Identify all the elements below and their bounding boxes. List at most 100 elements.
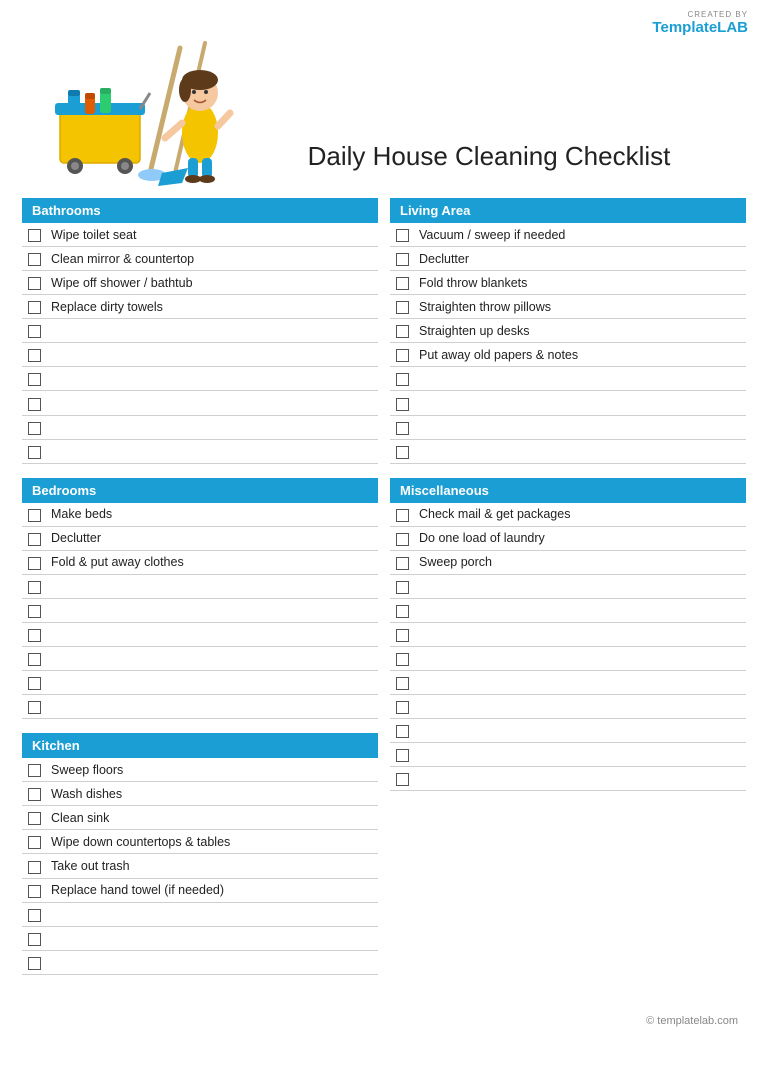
- checkbox-box[interactable]: [28, 446, 41, 459]
- checkbox-box[interactable]: [28, 557, 41, 570]
- checkbox-box[interactable]: [28, 836, 41, 849]
- checkbox-cell: [390, 223, 415, 247]
- checkbox-box[interactable]: [28, 253, 41, 266]
- checkbox-box[interactable]: [396, 253, 409, 266]
- checkbox-box[interactable]: [396, 749, 409, 762]
- checkbox-cell: [390, 647, 415, 671]
- checkbox-box[interactable]: [396, 725, 409, 738]
- checkbox-box[interactable]: [28, 677, 41, 690]
- checkbox-box[interactable]: [396, 701, 409, 714]
- checkbox-box[interactable]: [28, 764, 41, 777]
- checkbox-cell: [22, 574, 47, 598]
- created-by-label: CREATED BY: [652, 10, 748, 19]
- table-row: Wipe off shower / bathtub: [22, 271, 378, 295]
- checkbox-cell: [22, 598, 47, 622]
- checklist-item-label: [415, 415, 746, 439]
- checkbox-box[interactable]: [396, 301, 409, 314]
- checkbox-box[interactable]: [396, 446, 409, 459]
- checkbox-cell: [390, 695, 415, 719]
- checkbox-cell: [390, 719, 415, 743]
- checkbox-box[interactable]: [28, 373, 41, 386]
- checkbox-box[interactable]: [28, 653, 41, 666]
- checkbox-cell: [22, 526, 47, 550]
- checklist-item-label: Check mail & get packages: [415, 503, 746, 527]
- checkbox-box[interactable]: [396, 349, 409, 362]
- checkbox-box[interactable]: [396, 677, 409, 690]
- checklist-item-label: Vacuum / sweep if needed: [415, 223, 746, 247]
- table-row: [390, 574, 746, 598]
- checklist-item-label: [47, 439, 378, 463]
- checkbox-box[interactable]: [396, 581, 409, 594]
- checkbox-cell: [390, 598, 415, 622]
- table-row: [390, 391, 746, 415]
- checkbox-box[interactable]: [396, 422, 409, 435]
- checkbox-box[interactable]: [28, 788, 41, 801]
- checkbox-box[interactable]: [28, 581, 41, 594]
- checkbox-box[interactable]: [28, 933, 41, 946]
- checkbox-box[interactable]: [28, 701, 41, 714]
- illustration: [30, 18, 250, 188]
- checkbox-box[interactable]: [28, 533, 41, 546]
- two-column-layout: Bathrooms Wipe toilet seatClean mirror &…: [22, 198, 746, 989]
- checklist-item-label: Declutter: [415, 247, 746, 271]
- checkbox-box[interactable]: [28, 398, 41, 411]
- checklist-item-label: Wipe down countertops & tables: [47, 830, 378, 854]
- checkbox-box[interactable]: [396, 557, 409, 570]
- checkbox-box[interactable]: [396, 773, 409, 786]
- checkbox-box[interactable]: [28, 229, 41, 242]
- checkbox-box[interactable]: [28, 277, 41, 290]
- checkbox-box[interactable]: [28, 812, 41, 825]
- table-row: [22, 319, 378, 343]
- checkbox-box[interactable]: [28, 629, 41, 642]
- checklist-item-label: [47, 391, 378, 415]
- checkbox-box[interactable]: [396, 533, 409, 546]
- checklist-item-label: Straighten throw pillows: [415, 295, 746, 319]
- checkbox-box[interactable]: [396, 653, 409, 666]
- checkbox-cell: [22, 782, 47, 806]
- checkbox-box[interactable]: [28, 422, 41, 435]
- table-row: [22, 671, 378, 695]
- checkbox-cell: [22, 367, 47, 391]
- checklist-item-label: Wipe toilet seat: [47, 223, 378, 247]
- table-row: [390, 743, 746, 767]
- checkbox-box[interactable]: [396, 277, 409, 290]
- checkbox-cell: [390, 622, 415, 646]
- checkbox-box[interactable]: [28, 861, 41, 874]
- checkbox-box[interactable]: [396, 373, 409, 386]
- checkbox-cell: [22, 647, 47, 671]
- checkbox-box[interactable]: [396, 229, 409, 242]
- checkbox-box[interactable]: [28, 885, 41, 898]
- table-row: [390, 622, 746, 646]
- table-row: Declutter: [22, 526, 378, 550]
- checkbox-box[interactable]: [28, 957, 41, 970]
- checklist-item-label: [47, 695, 378, 719]
- table-row: Declutter: [390, 247, 746, 271]
- checkbox-box[interactable]: [396, 325, 409, 338]
- checklist-item-label: Sweep floors: [47, 758, 378, 782]
- checkbox-box[interactable]: [396, 509, 409, 522]
- checkbox-cell: [390, 319, 415, 343]
- checklist-item-label: Make beds: [47, 503, 378, 527]
- checkbox-box[interactable]: [28, 509, 41, 522]
- checkbox-cell: [390, 343, 415, 367]
- checklist-item-label: [47, 671, 378, 695]
- brand-logo: TemplateLAB: [652, 19, 748, 36]
- checkbox-box[interactable]: [28, 349, 41, 362]
- checklist-item-label: Wash dishes: [47, 782, 378, 806]
- checkbox-cell: [22, 415, 47, 439]
- table-row: [22, 950, 378, 974]
- checkbox-box[interactable]: [396, 629, 409, 642]
- checkbox-box[interactable]: [28, 909, 41, 922]
- checkbox-cell: [22, 343, 47, 367]
- checkbox-box[interactable]: [28, 301, 41, 314]
- table-row: Clean mirror & countertop: [22, 247, 378, 271]
- checkbox-box[interactable]: [396, 605, 409, 618]
- checklist-item-label: Fold throw blankets: [415, 271, 746, 295]
- table-row: Fold throw blankets: [390, 271, 746, 295]
- checkbox-cell: [22, 950, 47, 974]
- table-row: Replace hand towel (if needed): [22, 878, 378, 902]
- checkbox-box[interactable]: [28, 605, 41, 618]
- checkbox-box[interactable]: [28, 325, 41, 338]
- table-row: [22, 415, 378, 439]
- checkbox-box[interactable]: [396, 398, 409, 411]
